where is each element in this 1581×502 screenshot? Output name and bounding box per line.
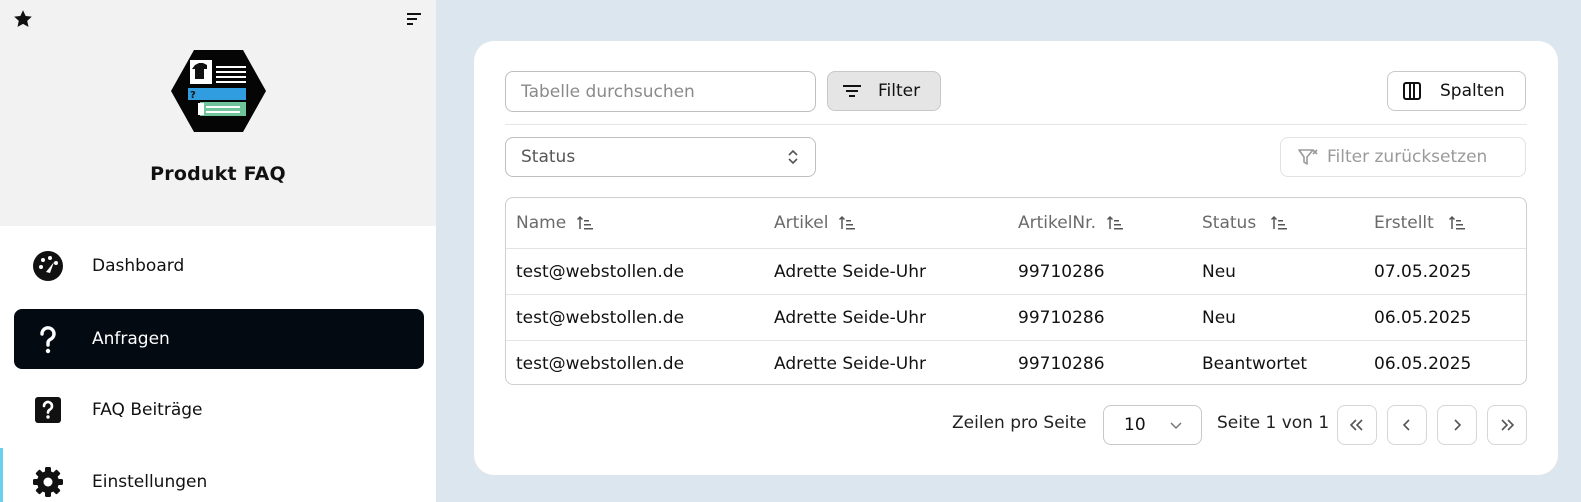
cell-artikelnr: 99710286 (1018, 307, 1105, 328)
column-header-status[interactable]: Status (1202, 198, 1288, 248)
toolbar-divider (505, 124, 1527, 125)
next-page-button[interactable] (1437, 405, 1477, 445)
sort-icon (577, 215, 594, 230)
cell-status: Beantwortet (1202, 353, 1308, 374)
cell-name: test@webstollen.de (516, 261, 685, 282)
sort-icon (839, 215, 856, 230)
cell-artikel: Adrette Seide-Uhr (774, 307, 926, 328)
columns-button-label: Spalten (1440, 81, 1505, 101)
status-select-placeholder: Status (521, 147, 576, 167)
gear-icon (32, 466, 64, 498)
sort-menu-icon[interactable] (405, 10, 425, 28)
cell-name: test@webstollen.de (516, 307, 685, 328)
status-filter-select[interactable]: Status (505, 137, 816, 177)
question-mark-icon (32, 323, 64, 355)
chevron-right-icon (1454, 419, 1462, 431)
sidebar-accent-line (0, 448, 3, 502)
sidebar-item-einstellungen[interactable]: Einstellungen (14, 452, 424, 502)
svg-text:?: ? (190, 90, 196, 101)
rows-per-page-value: 10 (1124, 415, 1146, 435)
chevron-up-down-icon (788, 149, 798, 165)
sort-icon (1271, 215, 1288, 230)
last-page-button[interactable] (1487, 405, 1527, 445)
columns-icon (1403, 82, 1421, 100)
cell-status: Neu (1202, 307, 1236, 328)
previous-page-button[interactable] (1387, 405, 1427, 445)
sidebar-item-label: Einstellungen (92, 472, 208, 492)
column-header-erstellt[interactable]: Erstellt (1374, 198, 1466, 248)
app-title: Produkt FAQ (150, 163, 286, 185)
table-row[interactable]: test@webstollen.de Adrette Seide-Uhr 997… (506, 294, 1526, 340)
cell-erstellt: 07.05.2025 (1374, 261, 1472, 282)
sort-icon (1448, 215, 1465, 230)
requests-table-card: Filter Spalten Status Filter zurücksetze… (474, 41, 1558, 475)
question-box-icon (32, 394, 64, 426)
rows-per-page-label: Zeilen pro Seite (952, 413, 1087, 433)
sidebar-header: ? Produkt FAQ (0, 0, 436, 226)
column-header-artikelnr[interactable]: ArtikelNr. (1018, 198, 1124, 248)
requests-table: Name Artikel ArtikelNr. Status Erstellt … (505, 197, 1527, 385)
column-header-artikel[interactable]: Artikel (774, 198, 856, 248)
table-search-input[interactable] (505, 71, 816, 112)
table-row[interactable]: test@webstollen.de Adrette Seide-Uhr 997… (506, 248, 1526, 294)
column-header-label: ArtikelNr. (1018, 213, 1096, 233)
chevron-left-icon (1402, 419, 1410, 431)
cell-artikel: Adrette Seide-Uhr (774, 261, 926, 282)
column-header-label: Artikel (774, 213, 829, 233)
sidebar-item-dashboard[interactable]: Dashboard (14, 236, 424, 296)
dashboard-gauge-icon (32, 250, 64, 282)
sidebar: ? Produkt FAQ Dashboard Anfragen FAQ Bei… (0, 0, 436, 502)
sidebar-item-faq-beitraege[interactable]: FAQ Beiträge (14, 380, 424, 440)
cell-name: test@webstollen.de (516, 353, 685, 374)
sidebar-item-label: Anfragen (92, 329, 170, 349)
column-header-name[interactable]: Name (516, 198, 594, 248)
table-row[interactable]: test@webstollen.de Adrette Seide-Uhr 997… (506, 340, 1526, 384)
reset-filter-label: Filter zurücksetzen (1327, 147, 1488, 167)
column-header-label: Name (516, 213, 567, 233)
chevrons-left-icon (1349, 419, 1363, 431)
cell-artikel: Adrette Seide-Uhr (774, 353, 926, 374)
reset-filter-button[interactable]: Filter zurücksetzen (1280, 137, 1526, 177)
column-header-label: Status (1202, 213, 1257, 233)
table-header-row: Name Artikel ArtikelNr. Status Erstellt (506, 198, 1526, 248)
sidebar-item-anfragen[interactable]: Anfragen (14, 309, 424, 369)
filter-button-label: Filter (878, 81, 921, 101)
filter-clear-icon (1298, 149, 1318, 165)
star-icon[interactable] (12, 8, 34, 30)
columns-button[interactable]: Spalten (1387, 71, 1526, 111)
filter-button[interactable]: Filter (827, 71, 941, 111)
app-logo-icon: ? (171, 50, 266, 132)
cell-erstellt: 06.05.2025 (1374, 307, 1472, 328)
rows-per-page-select[interactable]: 10 (1103, 405, 1202, 445)
chevron-down-icon (1170, 422, 1182, 430)
cell-erstellt: 06.05.2025 (1374, 353, 1472, 374)
sort-icon (1106, 215, 1123, 230)
chevrons-right-icon (1501, 419, 1515, 431)
cell-artikelnr: 99710286 (1018, 261, 1105, 282)
filter-lines-icon (843, 85, 861, 97)
page-info: Seite 1 von 1 (1217, 413, 1330, 433)
first-page-button[interactable] (1337, 405, 1377, 445)
sidebar-item-label: FAQ Beiträge (92, 400, 203, 420)
sidebar-item-label: Dashboard (92, 256, 185, 276)
cell-status: Neu (1202, 261, 1236, 282)
column-header-label: Erstellt (1374, 213, 1434, 233)
cell-artikelnr: 99710286 (1018, 353, 1105, 374)
